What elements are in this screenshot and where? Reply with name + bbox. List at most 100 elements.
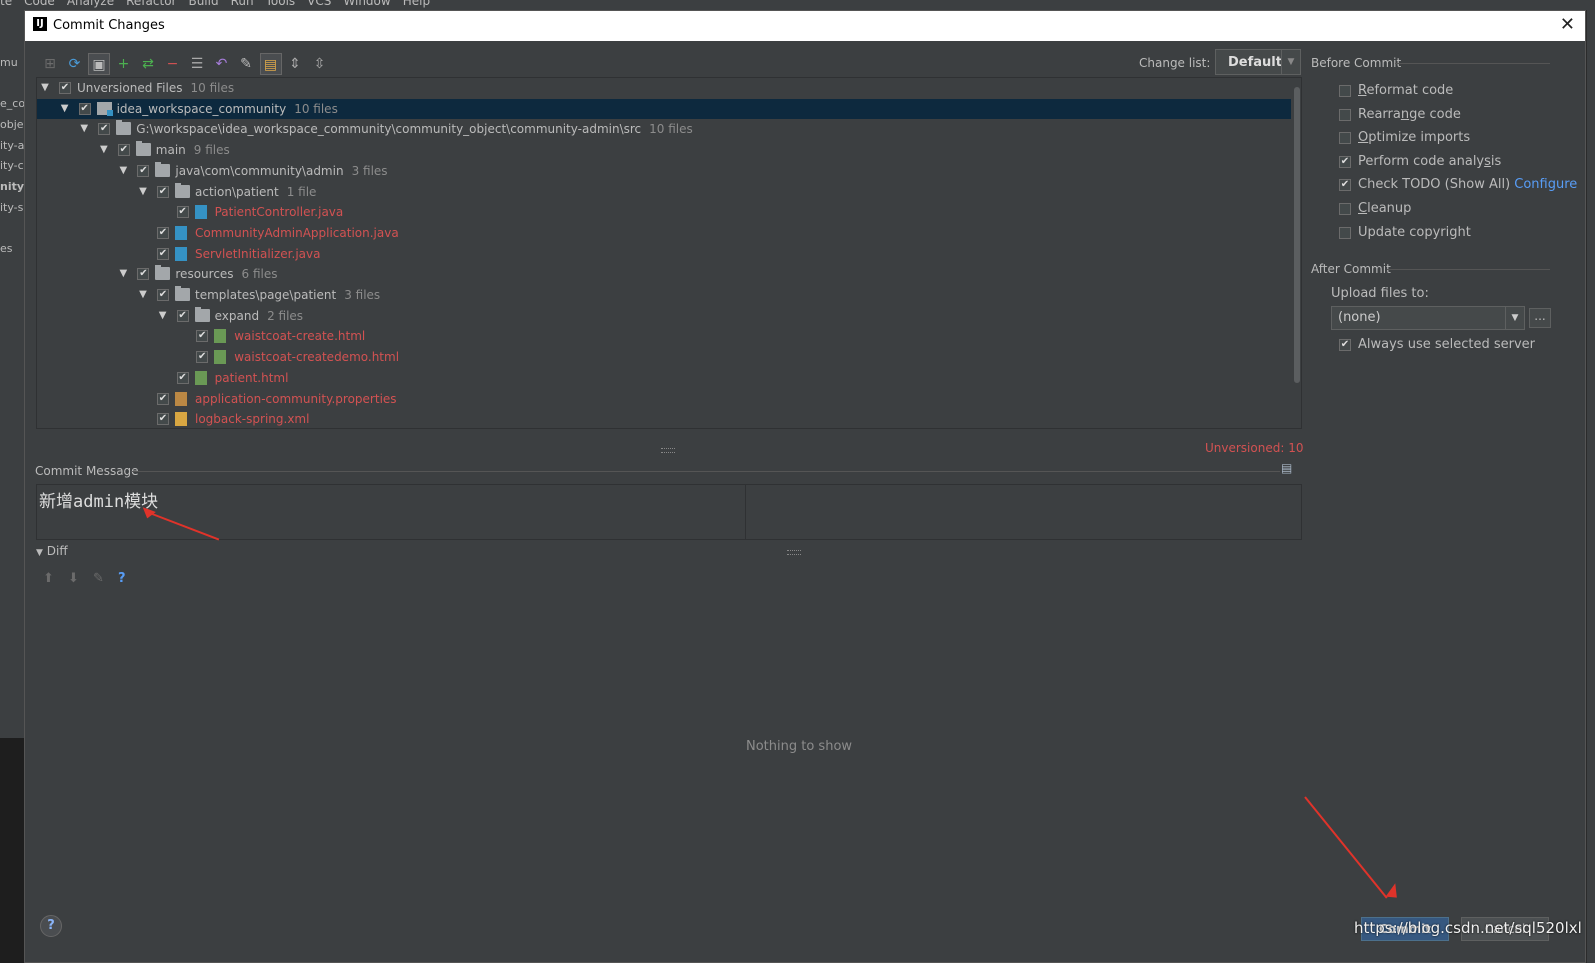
upload-server-dropdown[interactable]: (none) ▼ — [1331, 306, 1525, 330]
tree-row-checkbox[interactable]: ✔ — [176, 371, 189, 384]
group-icon[interactable]: ▣ — [88, 53, 110, 75]
chevron-down-icon[interactable]: ▼ — [36, 548, 43, 558]
chevron-down-icon[interactable]: ▼ — [1281, 50, 1300, 74]
before-commit-checkbox[interactable]: ✔ — [1339, 155, 1351, 168]
ide-menu-item[interactable]: te — [0, 0, 12, 8]
tree-row-label: logback-spring.xml — [195, 409, 309, 428]
chevron-down-icon[interactable]: ▼ — [157, 306, 169, 326]
tree-scrollbar[interactable] — [1294, 87, 1300, 383]
ide-menu-item[interactable]: Code — [24, 0, 55, 8]
tree-row-checkbox[interactable]: ✔ — [59, 82, 71, 94]
ide-menu-item[interactable]: Help — [403, 0, 430, 8]
chevron-down-icon[interactable]: ▼ — [117, 161, 129, 181]
tree-row-checkbox[interactable]: ✔ — [137, 164, 150, 177]
expand-all-icon[interactable]: ⇕ — [284, 53, 306, 75]
diff-splitter-grip[interactable] — [787, 550, 801, 555]
chevron-down-icon[interactable]: ▼ — [59, 99, 71, 119]
chevron-down-icon[interactable]: ▼ — [98, 140, 110, 160]
tree-row[interactable]: ▼ ✔ templates\page\patient 3 files — [37, 285, 1291, 305]
ide-menu-item[interactable]: Run — [231, 0, 254, 8]
tree-row-checkbox[interactable]: ✔ — [98, 123, 111, 136]
tree-row[interactable]: ▼ ✔ Unversioned Files 10 files — [37, 78, 1291, 98]
help-icon[interactable]: ? — [118, 571, 126, 586]
tree-row[interactable]: ▼ ✔ expand 2 files — [37, 306, 1291, 326]
close-icon[interactable]: ✕ — [1560, 14, 1575, 35]
ide-menu-item[interactable]: Refactor — [126, 0, 176, 8]
chevron-down-icon[interactable]: ▼ — [78, 119, 90, 139]
tree-row-checkbox[interactable]: ✔ — [78, 102, 91, 115]
move-icon[interactable]: ⇄ — [137, 53, 159, 75]
tree-row-count: 2 files — [267, 308, 304, 323]
ide-menu-item[interactable]: Build — [188, 0, 218, 8]
tree-row-checkbox[interactable]: ✔ — [157, 185, 169, 198]
tree-row[interactable]: ▼ ✔ idea_workspace_community 10 files — [37, 98, 1291, 119]
tree-row[interactable]: ✔ CommunityAdminApplication.java — [37, 223, 1291, 243]
always-use-server-checkbox[interactable]: ✔ — [1339, 339, 1351, 351]
ide-menu-item[interactable]: Analyze — [67, 0, 114, 8]
edit-source-icon[interactable]: ✎ — [235, 53, 257, 75]
tree-row[interactable]: ▼ ✔ main 9 files — [37, 140, 1291, 160]
before-commit-checkbox[interactable] — [1339, 203, 1351, 215]
tree-row[interactable]: ✔ PatientController.java — [37, 202, 1291, 222]
tree-row-checkbox[interactable]: ✔ — [157, 392, 169, 405]
refresh-icon[interactable]: ⟳ — [64, 53, 86, 75]
browse-servers-button[interactable]: ... — [1529, 308, 1551, 328]
commit-message-separator — [132, 471, 1280, 472]
tree-row[interactable]: ✔ logback-spring.xml — [37, 409, 1291, 428]
chevron-down-icon[interactable]: ▼ — [117, 264, 129, 284]
configure-todo-link[interactable]: Configure — [1514, 177, 1577, 192]
tree-row-checkbox[interactable]: ✔ — [157, 247, 169, 260]
collapse-all-icon[interactable]: ⇳ — [309, 53, 331, 75]
before-commit-checkbox[interactable] — [1339, 85, 1351, 97]
rollback-icon[interactable]: ↶ — [211, 53, 233, 75]
tree-row-checkbox[interactable]: ✔ — [196, 330, 209, 343]
tree-row[interactable]: ✔ waistcoat-create.html — [37, 326, 1291, 346]
arrow-up-icon[interactable]: ⬆ — [43, 571, 54, 586]
tree-row[interactable]: ▼ ✔ resources 6 files — [37, 264, 1291, 284]
add-icon[interactable]: + — [113, 53, 135, 75]
arrow-down-icon[interactable]: ⬇ — [68, 571, 79, 586]
unversioned-status: Unversioned: 10 — [1205, 441, 1304, 455]
tree-row[interactable]: ✔ ServletInitializer.java — [37, 244, 1291, 264]
before-commit-checkbox[interactable] — [1339, 108, 1351, 121]
remove-icon[interactable]: − — [162, 53, 184, 75]
ide-menu-item[interactable]: VCS — [307, 0, 331, 8]
splitter-grip[interactable] — [661, 448, 675, 453]
tree-row-checkbox[interactable]: ✔ — [117, 144, 130, 157]
tree-row-count: 3 files — [351, 163, 388, 178]
tree-row-checkbox[interactable]: ✔ — [196, 351, 209, 364]
changes-tree[interactable]: ▼ ✔ Unversioned Files 10 files ▼ ✔ idea_worksp… — [36, 77, 1302, 429]
tree-row[interactable]: ✔ patient.html — [37, 368, 1291, 388]
lock-icon[interactable]: ⊞ — [39, 53, 61, 75]
diff-section-header[interactable]: ▼ Diff — [36, 544, 68, 558]
tree-row[interactable]: ✔ application-community.properties — [37, 389, 1291, 409]
chevron-down-icon[interactable]: ▼ — [39, 78, 51, 98]
changelist-label: Change list: — [1139, 56, 1211, 70]
changelist-dropdown[interactable]: Default ▼ — [1215, 49, 1301, 75]
chevron-down-icon[interactable]: ▼ — [1505, 307, 1524, 329]
tree-row-checkbox[interactable]: ✔ — [137, 268, 150, 281]
tree-row-checkbox[interactable]: ✔ — [176, 206, 189, 219]
commit-history-icon[interactable]: ▤ — [1281, 461, 1295, 475]
layout-icon[interactable]: ▤ — [259, 53, 282, 75]
tree-row[interactable]: ▼ ✔ java\com\community\admin 3 files — [37, 161, 1291, 181]
chevron-down-icon[interactable]: ▼ — [137, 285, 149, 305]
chevron-down-icon[interactable]: ▼ — [137, 182, 149, 202]
help-button[interactable]: ? — [40, 915, 62, 937]
before-commit-checkbox[interactable] — [1339, 132, 1351, 145]
ide-menu-item[interactable]: Window — [343, 0, 390, 8]
before-commit-checkbox[interactable]: ✔ — [1339, 179, 1351, 192]
tree-row[interactable]: ▼ ✔ action\patient 1 file — [37, 182, 1291, 202]
edit-icon[interactable]: ✎ — [93, 571, 104, 586]
ide-menu-item[interactable]: Tools — [266, 0, 296, 8]
tree-row[interactable]: ✔ waistcoat-createdemo.html — [37, 347, 1291, 367]
diff-icon[interactable]: ☰ — [186, 53, 208, 75]
tree-row-checkbox[interactable]: ✔ — [157, 226, 169, 239]
tree-row-checkbox[interactable]: ✔ — [157, 289, 169, 301]
before-commit-checkbox[interactable] — [1339, 226, 1351, 239]
commit-message-label: Commit Message — [35, 464, 139, 478]
tree-row-checkbox[interactable]: ✔ — [157, 413, 169, 426]
tree-row-checkbox[interactable]: ✔ — [176, 309, 189, 322]
tree-row[interactable]: ▼ ✔ G:\workspace\idea_workspace_community\… — [37, 119, 1291, 139]
commit-message-input[interactable]: 新增admin模块 — [36, 484, 1302, 540]
